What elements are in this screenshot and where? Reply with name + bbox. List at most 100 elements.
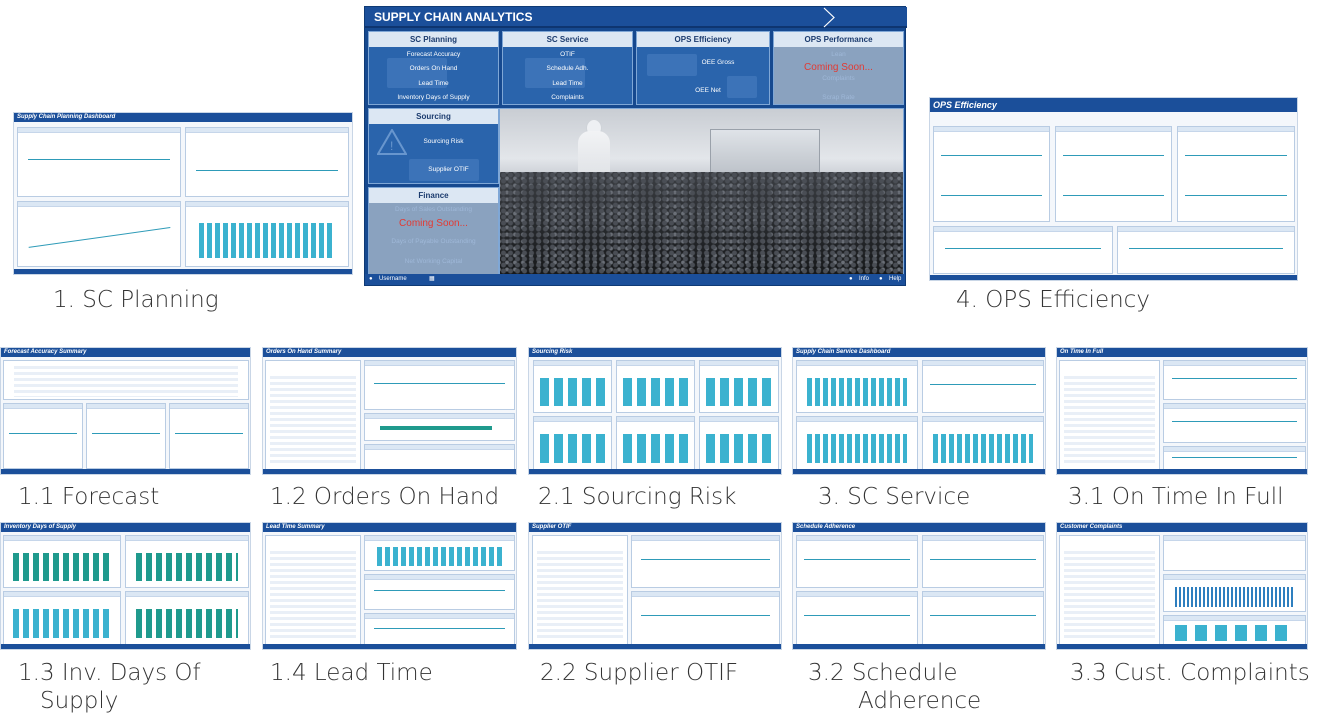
panel-global-net	[1117, 226, 1295, 274]
link-net-working-capital: Net Working Capital	[404, 258, 463, 265]
tile-sourcing[interactable]: Sourcing ! Sourcing Risk Supplier OTIF	[368, 108, 499, 184]
thumb-title: OPS Efficiency	[930, 98, 1297, 112]
tile-header: Sourcing	[369, 109, 498, 124]
chevron-right-icon[interactable]	[820, 7, 840, 28]
thumb-schedule-adherence[interactable]: Schedule Adherence	[792, 522, 1046, 650]
caption-schedule: 3.2 Schedule	[808, 660, 958, 686]
thumb-title: On Time In Full	[1057, 348, 1307, 357]
link-oee-gross[interactable]: OEE Gross	[667, 59, 769, 66]
panel-table	[1059, 535, 1160, 645]
main-header: SUPPLY CHAIN ANALYTICS	[365, 7, 907, 28]
panel-chart	[616, 360, 695, 413]
thumb-on-time-in-full[interactable]: On Time In Full	[1056, 347, 1308, 475]
username-label[interactable]: Username	[379, 274, 407, 285]
tile-header: OPS Performance	[774, 32, 903, 47]
panel-chart	[922, 591, 1044, 645]
thumb-sc-planning[interactable]: Supply Chain Planning Dashboard	[13, 112, 353, 275]
calendar-icon[interactable]: ▦	[429, 274, 435, 285]
thumb-title: Orders On Hand Summary	[263, 348, 516, 357]
caption-forecast: 1.1 Forecast	[18, 484, 160, 510]
link-lean: Lean	[831, 51, 846, 58]
panel-chart	[631, 535, 780, 588]
tile-sc-service[interactable]: SC Service OTIF Schedule Adh. Lead Time …	[502, 31, 633, 105]
caption-orders-on-hand: 1.2 Orders On Hand	[270, 484, 500, 510]
panel-chart	[1163, 615, 1306, 645]
link-orders-on-hand[interactable]: Orders On Hand	[369, 65, 498, 72]
panel-chart	[533, 360, 612, 413]
info-icon[interactable]: ●	[849, 274, 853, 285]
thumb-customer-complaints[interactable]: Customer Complaints	[1056, 522, 1308, 650]
panel-chart	[3, 535, 121, 588]
thumb-title: Supply Chain Service Dashboard	[793, 348, 1045, 357]
thumb-orders-on-hand[interactable]: Orders On Hand Summary	[262, 347, 517, 475]
panel-forecast-accuracy	[17, 127, 181, 197]
help-label[interactable]: Help	[889, 274, 901, 285]
thumb-supplier-otif[interactable]: Supplier OTIF	[528, 522, 782, 650]
link-days-payable-outstanding: Days of Payable Outstanding	[391, 238, 476, 245]
link-otif[interactable]: OTIF	[503, 51, 632, 58]
pellets-texture	[500, 171, 903, 274]
link-schedule-adh[interactable]: Schedule Adh.	[503, 65, 632, 72]
panel-chart	[1163, 535, 1306, 571]
panel-chart	[533, 416, 612, 470]
thumb-title: Sourcing Risk	[529, 348, 781, 357]
panel-chart	[796, 535, 918, 588]
caption-ops-efficiency: 4. OPS Efficiency	[956, 287, 1150, 313]
tile-header: OPS Efficiency	[637, 32, 769, 47]
thumb-inventory-days[interactable]: Inventory Days of Supply	[0, 522, 251, 650]
panel-chart	[169, 403, 249, 469]
panel-table	[3, 360, 249, 400]
link-sourcing-risk[interactable]: Sourcing Risk	[389, 138, 498, 145]
caption-sc-service: 3. SC Service	[818, 484, 971, 510]
thumb-title: Supply Chain Planning Dashboard	[14, 113, 352, 122]
main-footer: ● Username ▦ ● Info ● Help	[365, 274, 905, 285]
link-scrap-rate: Scrap Rate	[822, 94, 855, 101]
thumb-title: Schedule Adherence	[793, 523, 1045, 532]
panel-chart	[1163, 403, 1306, 443]
thumb-sourcing-risk[interactable]: Sourcing Risk	[528, 347, 782, 475]
link-supplier-otif[interactable]: Supplier OTIF	[399, 166, 498, 173]
caption-complaints: 3.3 Cust. Complaints	[1070, 660, 1310, 686]
caption-supplier-otif: 2.2 Supplier OTIF	[540, 660, 739, 686]
caption-sourcing-risk: 2.1 Sourcing Risk	[538, 484, 737, 510]
link-complaints[interactable]: Complaints	[503, 94, 632, 101]
panel-chart	[699, 416, 779, 470]
panel-table	[265, 535, 361, 645]
thumb-title: Forecast Accuracy Summary	[1, 348, 250, 357]
panel-chart	[3, 403, 83, 469]
help-icon[interactable]: ●	[879, 274, 883, 285]
panel-table	[265, 360, 361, 470]
panel-chart	[1163, 446, 1306, 470]
caption-inventory-days-2: Supply	[40, 688, 119, 714]
thumb-sc-service[interactable]: Supply Chain Service Dashboard	[792, 347, 1046, 475]
link-oee-net[interactable]: OEE Net	[647, 87, 769, 94]
panel-chart	[922, 360, 1044, 413]
link-inventory-days[interactable]: Inventory Days of Supply	[369, 94, 498, 101]
main-title: SUPPLY CHAIN ANALYTICS	[374, 10, 533, 24]
link-lead-time[interactable]: Lead Time	[503, 80, 632, 87]
panel-chart	[796, 360, 918, 413]
panel-north-america	[1177, 126, 1295, 222]
panel-chart	[3, 591, 121, 645]
panel-inventory-days	[17, 201, 181, 267]
info-label[interactable]: Info	[859, 274, 869, 285]
panel-chart	[125, 591, 249, 645]
panel-global-gross	[933, 226, 1113, 274]
panel-europe	[933, 126, 1050, 222]
tile-header: SC Planning	[369, 32, 498, 47]
tile-sc-planning[interactable]: SC Planning Forecast Accuracy Orders On …	[368, 31, 499, 105]
tile-ops-performance: OPS Performance Lean Coming Soon... Comp…	[773, 31, 904, 105]
link-complaints: Complaints	[822, 75, 855, 82]
panel-table	[1059, 360, 1160, 470]
thumb-ops-efficiency[interactable]: OPS Efficiency	[929, 97, 1298, 281]
panel-chart	[364, 613, 515, 645]
panel-chart	[86, 403, 166, 469]
tile-ops-efficiency[interactable]: OPS Efficiency OEE Gross OEE Net	[636, 31, 770, 105]
thumb-title: Inventory Days of Supply	[1, 523, 250, 532]
thumb-lead-time[interactable]: Lead Time Summary	[262, 522, 517, 650]
link-lead-time[interactable]: Lead Time	[369, 80, 498, 87]
panel-chart	[1163, 574, 1306, 612]
link-forecast-accuracy[interactable]: Forecast Accuracy	[369, 51, 498, 58]
thumb-forecast[interactable]: Forecast Accuracy Summary	[0, 347, 251, 475]
hero-photo	[499, 108, 904, 275]
